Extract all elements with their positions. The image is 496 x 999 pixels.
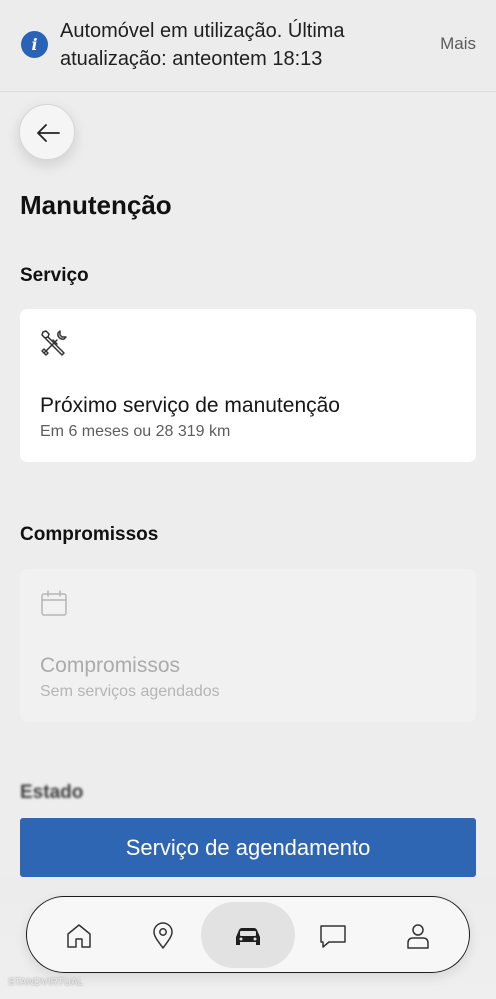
tab-car[interactable] xyxy=(201,897,295,974)
tab-messages[interactable] xyxy=(293,897,373,974)
status-banner: i Automóvel em utilização. Última atuali… xyxy=(0,0,496,92)
bottom-tab-bar xyxy=(26,896,470,973)
info-icon: i xyxy=(21,31,48,58)
wrench-screwdriver-icon xyxy=(41,330,67,356)
watermark: STANDVIRTUAL xyxy=(8,977,84,988)
section-title-appointments: Compromissos xyxy=(20,524,159,545)
tab-home[interactable] xyxy=(39,897,119,974)
appointments-title: Compromissos xyxy=(40,654,181,677)
next-service-card[interactable]: Próximo serviço de manutenção Em 6 meses… xyxy=(20,309,476,462)
next-service-subtitle: Em 6 meses ou 28 319 km xyxy=(40,423,231,440)
appointments-subtitle: Sem serviços agendados xyxy=(40,683,220,700)
home-icon xyxy=(67,923,91,948)
appointments-card: Compromissos Sem serviços agendados xyxy=(20,569,476,722)
car-icon xyxy=(236,927,260,945)
section-title-service: Serviço xyxy=(20,265,89,286)
next-service-title: Próximo serviço de manutenção xyxy=(40,394,340,417)
tab-location[interactable] xyxy=(123,897,203,974)
page-title: Manutenção xyxy=(20,190,172,220)
banner-message: Automóvel em utilização. Última atualiza… xyxy=(60,20,345,70)
calendar-icon xyxy=(41,590,67,616)
schedule-service-button[interactable]: Serviço de agendamento xyxy=(20,818,476,877)
section-title-status: Estado xyxy=(20,782,84,803)
chat-icon xyxy=(320,924,346,948)
banner-more-link[interactable]: Mais xyxy=(440,34,476,54)
location-pin-icon xyxy=(153,921,173,949)
back-button[interactable] xyxy=(19,104,75,160)
profile-icon xyxy=(407,923,429,949)
arrow-left-icon xyxy=(37,124,60,142)
tab-profile[interactable] xyxy=(378,897,458,974)
